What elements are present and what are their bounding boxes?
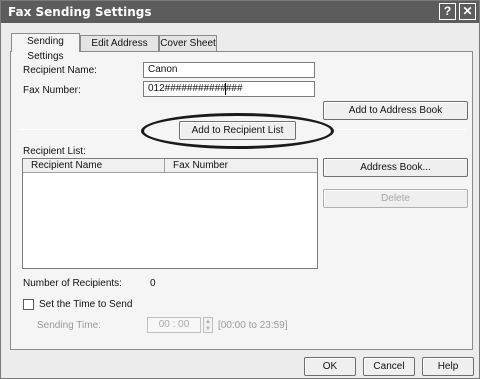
add-to-recipient-list-button[interactable]: Add to Recipient List [179,121,296,140]
sending-time-label: Sending Time: [37,320,101,331]
tab-edit-address-book[interactable]: Edit Address Book [80,35,159,64]
set-time-checkbox[interactable] [23,299,34,310]
column-recipient-name[interactable]: Recipient Name [23,159,165,172]
sending-time-field[interactable]: 00 : 00 [147,317,201,333]
separator-right [336,129,466,130]
ok-button[interactable]: OK [304,357,356,376]
add-to-address-book-button[interactable]: Add to Address Book [323,101,468,120]
help-icon[interactable]: ? [439,3,456,20]
recipient-name-label: Recipient Name: [23,65,97,76]
column-fax-number[interactable]: Fax Number [165,159,317,172]
number-of-recipients-label: Number of Recipients: [23,278,122,289]
list-header: Recipient Name Fax Number [23,159,317,173]
close-icon[interactable]: ✕ [459,3,476,20]
number-of-recipients-value: 0 [150,278,156,289]
tab-sending-settings[interactable]: Sending Settings [11,33,80,62]
delete-button[interactable]: Delete [323,189,468,208]
spin-down-icon[interactable]: ▼ [205,326,211,332]
recipient-list[interactable]: Recipient Name Fax Number [22,158,318,269]
title-bar: Fax Sending Settings ? ✕ [1,1,479,23]
time-range-hint: [00:00 to 23:59] [218,320,288,331]
fax-number-label: Fax Number: [23,85,81,96]
set-time-label[interactable]: Set the Time to Send [39,299,132,310]
fax-number-field[interactable]: 012############## [143,81,315,97]
tab-cover-sheet[interactable]: Cover Sheet [159,35,217,51]
address-book-button[interactable]: Address Book... [323,158,468,177]
fax-sending-settings-dialog: Fax Sending Settings ? ✕ Sending Setting… [0,0,480,379]
time-spinner[interactable]: ▲ ▼ [203,317,213,333]
cancel-button[interactable]: Cancel [363,357,415,376]
recipient-name-field[interactable]: Canon [143,62,315,78]
text-cursor [225,83,226,95]
recipient-list-label: Recipient List: [23,146,86,157]
separator-left [19,129,149,130]
spin-up-icon[interactable]: ▲ [205,319,211,325]
dialog-title: Fax Sending Settings [8,5,152,19]
help-button[interactable]: Help [422,357,474,376]
